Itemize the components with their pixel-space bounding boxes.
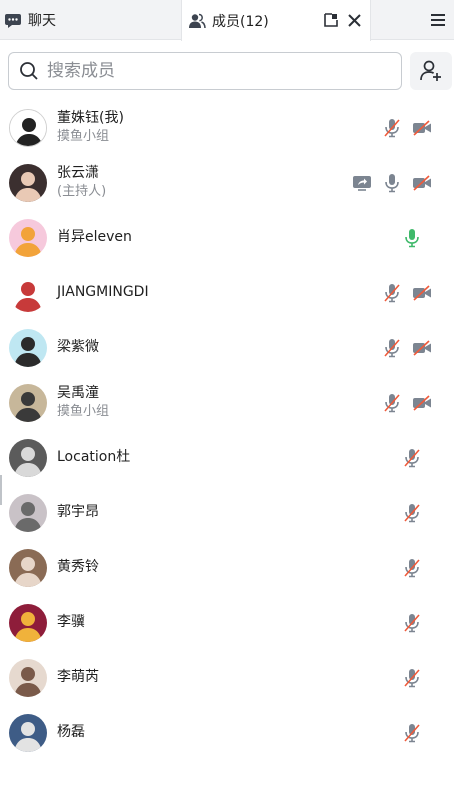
member-info: 李萌芮 <box>57 650 99 705</box>
member-controls <box>402 650 432 705</box>
mic-muted-icon[interactable] <box>382 338 402 358</box>
menu-icon[interactable] <box>428 0 448 40</box>
mic-muted-icon[interactable] <box>382 118 402 138</box>
member-name: 张云潇 <box>57 165 99 181</box>
member-row[interactable]: 李萌芮 <box>0 650 454 705</box>
camera-off-icon[interactable] <box>412 118 432 138</box>
avatar[interactable] <box>9 494 47 532</box>
member-name: 杨磊 <box>57 724 85 740</box>
member-name: 肖异eleven <box>57 229 132 245</box>
avatar[interactable] <box>9 659 47 697</box>
tab-bar: 聊天 成员(12) <box>0 0 454 41</box>
member-name: 黄秀铃 <box>57 559 99 575</box>
mic-muted-icon[interactable] <box>402 448 422 468</box>
popout-icon[interactable] <box>323 12 339 28</box>
member-info: 吴禹潼 摸鱼小组 <box>57 375 109 430</box>
avatar[interactable] <box>9 274 47 312</box>
member-row[interactable]: 肖异eleven <box>0 210 454 265</box>
tab-members[interactable]: 成员(12) <box>181 0 371 41</box>
member-list: 董姝钰(我) 摸鱼小组 张云潇 (主持人) 肖异eleven JIANGMINGDI 梁紫微… <box>0 100 454 760</box>
camera-off-icon[interactable] <box>412 173 432 193</box>
member-controls <box>402 540 432 595</box>
member-controls <box>402 430 432 485</box>
member-info: 杨磊 <box>57 705 85 760</box>
member-row[interactable]: 杨磊 <box>0 705 454 760</box>
member-row[interactable]: 董姝钰(我) 摸鱼小组 <box>0 100 454 155</box>
search-row <box>8 52 452 92</box>
member-info: 梁紫微 <box>57 320 99 375</box>
member-name: 李骥 <box>57 614 85 630</box>
member-subtitle: 摸鱼小组 <box>57 404 110 419</box>
microphone-icon[interactable] <box>402 228 422 248</box>
member-info: 李骥 <box>57 595 85 650</box>
member-row[interactable]: 梁紫微 <box>0 320 454 375</box>
member-row[interactable]: 李骥 <box>0 595 454 650</box>
member-info: 董姝钰(我) 摸鱼小组 <box>57 100 124 155</box>
avatar[interactable] <box>9 164 47 202</box>
avatar[interactable] <box>9 439 47 477</box>
member-row[interactable]: 吴禹潼 摸鱼小组 <box>0 375 454 430</box>
member-controls <box>382 265 432 320</box>
tab-members-label: 成员(12) <box>212 13 269 30</box>
screen-share-icon[interactable] <box>352 173 372 193</box>
member-info: 张云潇 (主持人) <box>57 155 106 210</box>
avatar[interactable] <box>9 714 47 752</box>
member-row[interactable]: 郭宇昂 <box>0 485 454 540</box>
avatar[interactable] <box>9 109 47 147</box>
member-name: Location杜 <box>57 449 131 465</box>
tab-chat[interactable]: 聊天 <box>0 0 180 40</box>
search-input[interactable] <box>47 61 367 81</box>
member-row[interactable]: 黄秀铃 <box>0 540 454 595</box>
microphone-icon[interactable] <box>382 173 402 193</box>
member-subtitle: (主持人) <box>57 184 107 199</box>
member-name: 吴禹潼 <box>57 385 99 401</box>
member-info: 肖异eleven <box>57 210 132 265</box>
close-icon[interactable] <box>347 13 362 28</box>
member-row[interactable]: JIANGMINGDI <box>0 265 454 320</box>
avatar[interactable] <box>9 549 47 587</box>
member-name: 董姝钰(我) <box>57 110 124 126</box>
member-name: 李萌芮 <box>57 669 99 685</box>
search-icon <box>19 61 39 81</box>
members-icon <box>188 13 206 29</box>
mic-muted-icon[interactable] <box>402 723 422 743</box>
member-controls <box>402 210 432 265</box>
avatar[interactable] <box>9 329 47 367</box>
member-info: 黄秀铃 <box>57 540 99 595</box>
member-controls <box>402 705 432 760</box>
member-controls <box>382 100 432 155</box>
member-row[interactable]: Location杜 <box>0 430 454 485</box>
member-name: JIANGMINGDI <box>57 284 149 300</box>
mic-muted-icon[interactable] <box>382 393 402 413</box>
avatar[interactable] <box>9 604 47 642</box>
avatar[interactable] <box>9 384 47 422</box>
avatar[interactable] <box>9 219 47 257</box>
member-info: Location杜 <box>57 430 130 485</box>
member-name: 郭宇昂 <box>57 504 99 520</box>
member-name: 梁紫微 <box>57 339 99 355</box>
member-subtitle: 摸鱼小组 <box>57 129 110 144</box>
mic-muted-icon[interactable] <box>402 558 422 578</box>
tab-chat-label: 聊天 <box>28 13 56 29</box>
camera-off-icon[interactable] <box>412 393 432 413</box>
member-controls <box>382 375 432 430</box>
camera-off-icon[interactable] <box>412 338 432 358</box>
mic-muted-icon[interactable] <box>402 503 422 523</box>
camera-off-icon[interactable] <box>412 283 432 303</box>
add-user-icon <box>420 60 441 81</box>
chat-bubble-icon <box>4 12 22 28</box>
member-controls <box>402 485 432 540</box>
member-controls <box>382 320 432 375</box>
member-controls <box>402 595 432 650</box>
member-controls <box>352 155 432 210</box>
member-info: JIANGMINGDI <box>57 265 149 320</box>
add-member-button[interactable] <box>410 52 452 90</box>
mic-muted-icon[interactable] <box>402 668 422 688</box>
member-info: 郭宇昂 <box>57 485 99 540</box>
mic-muted-icon[interactable] <box>382 283 402 303</box>
mic-muted-icon[interactable] <box>402 613 422 633</box>
member-row[interactable]: 张云潇 (主持人) <box>0 155 454 210</box>
search-box <box>8 52 402 90</box>
